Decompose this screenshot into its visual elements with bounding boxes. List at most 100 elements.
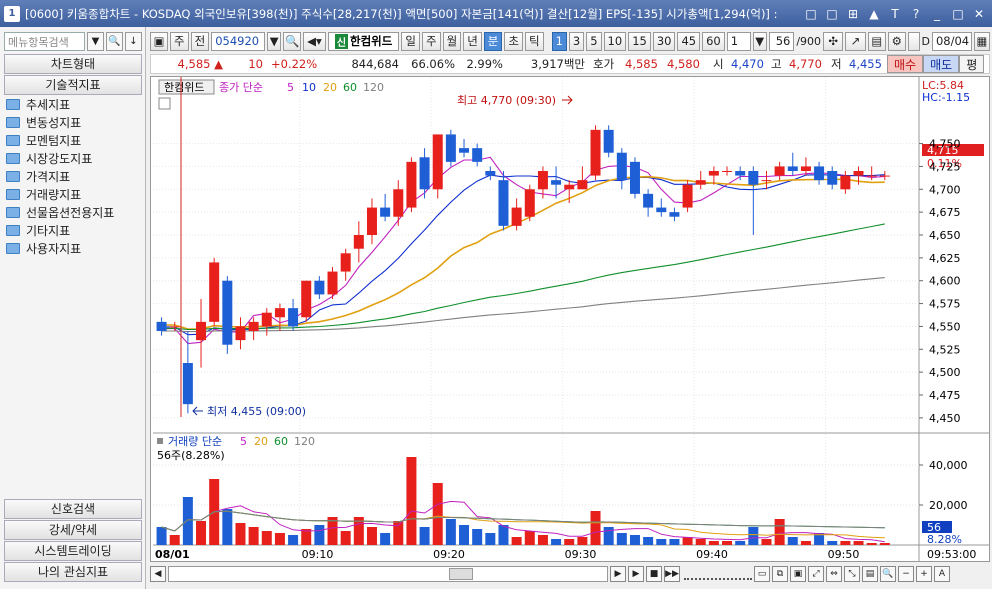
speed-slider[interactable]: [684, 568, 752, 580]
minute-60[interactable]: 60: [702, 31, 725, 51]
dropdown-arrow-icon[interactable]: ▼: [87, 32, 104, 51]
tile-icon[interactable]: □: [823, 5, 841, 23]
minute-30[interactable]: 30: [652, 31, 676, 51]
buy-button[interactable]: 매수: [887, 55, 924, 73]
grid-toggle-icon[interactable]: [158, 97, 171, 110]
period-minute[interactable]: 분: [483, 31, 503, 51]
price-tick-label: 4,625: [929, 252, 961, 265]
tree-item-volume[interactable]: 거래량지표: [6, 185, 140, 203]
time-tick-label: 09:50: [828, 548, 860, 561]
strength-tab[interactable]: 강세/약세: [4, 520, 142, 540]
zoom-window-icon[interactable]: ▭: [754, 566, 770, 582]
date-input[interactable]: 08/04: [931, 31, 972, 51]
tree-item-futures[interactable]: 선물옵션전용지표: [6, 203, 140, 221]
copy-icon[interactable]: ⧉: [772, 566, 788, 582]
shrink-icon[interactable]: ⤡: [844, 566, 860, 582]
save-icon[interactable]: ▤: [867, 31, 886, 51]
period-second[interactable]: 초: [504, 31, 523, 51]
minimize-button[interactable]: _: [928, 5, 946, 23]
scroll-left-icon[interactable]: ◀: [150, 566, 166, 582]
stock-code-input[interactable]: 054920: [211, 31, 266, 51]
calendar-icon[interactable]: ▦: [973, 31, 990, 51]
period-select[interactable]: 주: [170, 31, 189, 51]
range-icon[interactable]: ⇔: [826, 566, 842, 582]
unit-dropdown-icon[interactable]: ▼: [752, 31, 767, 51]
chart-area[interactable]: 09:10 09:20 09:30 09:40 09:50 한컴위드 종가 단순 5 1…: [150, 76, 990, 562]
chart-type-tab[interactable]: 차트형태: [4, 54, 142, 74]
tree-item-etc[interactable]: 기타지표: [6, 221, 140, 239]
close-button[interactable]: ✕: [970, 5, 988, 23]
volume-bar: [616, 533, 627, 545]
pin-icon[interactable]: ▲: [865, 5, 883, 23]
scroll-thumb[interactable]: [449, 568, 473, 580]
minute-1[interactable]: 1: [551, 31, 567, 51]
plus-icon[interactable]: +: [916, 566, 932, 582]
minus-icon[interactable]: −: [898, 566, 914, 582]
period-week[interactable]: 주: [422, 31, 441, 51]
tech-indicator-tab[interactable]: 기술적지표: [4, 75, 142, 95]
search-icon[interactable]: 🔍: [106, 32, 123, 51]
grid-icon[interactable]: ⊞: [844, 5, 862, 23]
minute-45[interactable]: 45: [677, 31, 701, 51]
search-icon[interactable]: 🔍: [283, 31, 302, 51]
horizontal-scrollbar[interactable]: [168, 566, 608, 582]
minute-5[interactable]: 5: [586, 31, 602, 51]
period-day[interactable]: 일: [401, 31, 420, 51]
chart-settings-icon[interactable]: ▣: [150, 31, 168, 51]
tree-item-price[interactable]: 가격지표: [6, 167, 140, 185]
volume-bar: [774, 519, 785, 545]
tree-item-momentum[interactable]: 모멘텀지표: [6, 131, 140, 149]
stock-name[interactable]: 신 한컴위드: [327, 31, 400, 51]
chart-svg[interactable]: 09:10 09:20 09:30 09:40 09:50 한컴위드 종가 단순 5 1…: [151, 77, 989, 561]
fit-icon[interactable]: ▣: [790, 566, 806, 582]
date-checkbox[interactable]: [907, 31, 920, 51]
price-change: 10: [248, 57, 263, 71]
volume-bar: [169, 535, 180, 545]
low-label: 저: [831, 57, 842, 71]
candle-body: [761, 180, 772, 182]
candle-body: [182, 363, 193, 405]
font-size-icon[interactable]: A: [934, 566, 950, 582]
play-left-icon[interactable]: ▶: [610, 566, 626, 582]
menu-search-input[interactable]: 메뉴항목검색: [4, 32, 85, 51]
play-icon[interactable]: ▶: [628, 566, 644, 582]
tree-item-user[interactable]: 사용자지표: [6, 239, 140, 257]
maximize-button[interactable]: □: [949, 5, 967, 23]
prev-button[interactable]: 전: [190, 31, 210, 51]
layout-icon[interactable]: □: [802, 5, 820, 23]
font-icon[interactable]: T: [886, 5, 904, 23]
volume-bar: [314, 525, 325, 545]
sell-button[interactable]: 매도: [923, 55, 960, 73]
system-trading-tab[interactable]: 시스템트레이딩: [4, 541, 142, 561]
signal-search-tab[interactable]: 신호검색: [4, 499, 142, 519]
period-year[interactable]: 년: [463, 31, 482, 51]
down-arrow-icon[interactable]: ↓: [125, 32, 142, 51]
speaker-icon[interactable]: ◀▾: [303, 31, 326, 51]
stop-icon[interactable]: ■: [646, 566, 662, 582]
bottom-toolbar: ◀ ▶ ▶ ■ ▶▶ ▭ ⧉ ▣ ⤢ ⇔ ⤡ ▤ 🔍 − + A: [150, 564, 990, 584]
period-month[interactable]: 월: [442, 31, 462, 51]
period-unit-select[interactable]: 1: [726, 31, 751, 51]
expand-icon[interactable]: ⤢: [808, 566, 824, 582]
minute-3[interactable]: 3: [568, 31, 585, 51]
help-icon[interactable]: ?: [907, 5, 925, 23]
vol-legend-marker: [157, 438, 163, 444]
period-tick[interactable]: 틱: [524, 31, 544, 51]
count-input[interactable]: 56: [768, 31, 795, 51]
zoom-icon[interactable]: 🔍: [880, 566, 896, 582]
my-indicator-tab[interactable]: 나의 관심지표: [4, 562, 142, 582]
tree-item-volatility[interactable]: 변동성지표: [6, 113, 140, 131]
folder-icon: [6, 152, 20, 164]
draw-icon[interactable]: ↗: [845, 31, 866, 51]
minute-15[interactable]: 15: [628, 31, 651, 51]
window-icon[interactable]: ▤: [862, 566, 878, 582]
crosshair-icon[interactable]: ✣: [823, 31, 844, 51]
folder-icon: [6, 170, 20, 182]
eval-button[interactable]: 평: [959, 55, 985, 73]
code-dropdown-icon[interactable]: ▼: [267, 31, 282, 51]
tree-item-market-strength[interactable]: 시장강도지표: [6, 149, 140, 167]
fast-forward-icon[interactable]: ▶▶: [664, 566, 680, 582]
minute-10[interactable]: 10: [603, 31, 627, 51]
gear-icon[interactable]: ⚙: [887, 31, 906, 51]
tree-item-trend[interactable]: 추세지표: [6, 95, 140, 113]
